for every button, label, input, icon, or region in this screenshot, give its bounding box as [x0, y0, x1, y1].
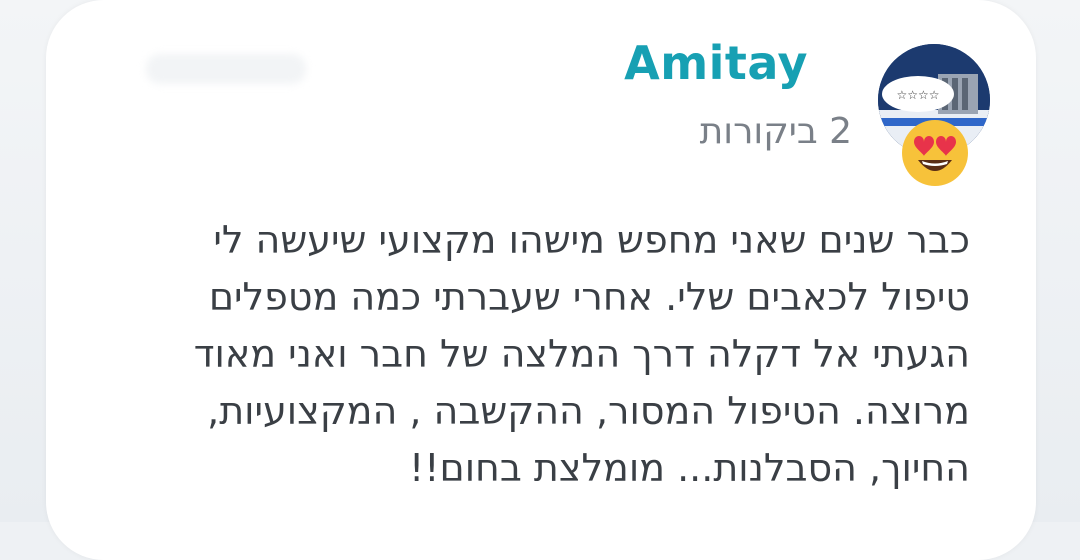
review-count-label[interactable]: 2 ביקורות: [700, 110, 852, 153]
review-text-line: כבר שנים שאני מחפש מישהו מקצועי שיעשה לי: [213, 218, 970, 262]
review-text-line: החיוך, הסבלנות... מומלצת בחום!!: [409, 446, 970, 490]
reviewer-name[interactable]: Amitay: [624, 40, 808, 86]
svg-text:☆☆☆☆: ☆☆☆☆: [896, 88, 939, 102]
review-body: כבר שנים שאני מחפש מישהו מקצועי שיעשה לי…: [120, 212, 970, 497]
blurred-date-chip: [146, 54, 306, 84]
review-text-line: הגעתי אל דקלה דרך המלצה של חבר ואני מאוד: [193, 332, 970, 376]
review-text-line: מרוצה. הטיפול המסור, ההקשבה , המקצועיות,: [207, 389, 970, 433]
review-text-line: טיפול לכאבים שלי. אחרי שעברתי כמה מטפלים: [208, 275, 970, 319]
heart-eyes-emoji-icon: [900, 118, 970, 188]
